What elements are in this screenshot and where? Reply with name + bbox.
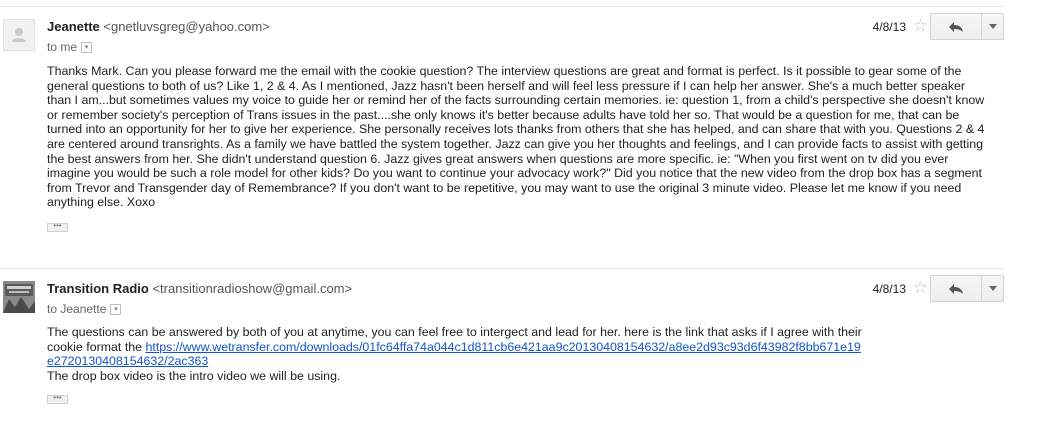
wetransfer-link[interactable]: https://www.wetransfer.com/downloads/01f…	[47, 340, 861, 369]
avatar	[3, 19, 35, 51]
chevron-down-icon	[988, 286, 997, 291]
reply-arrow-icon	[949, 283, 963, 294]
more-actions-button[interactable]	[981, 275, 1004, 302]
show-trimmed-content-button[interactable]: •••	[47, 394, 68, 404]
show-trimmed-content-button[interactable]: •••	[47, 222, 68, 232]
recipient-details-caret-icon[interactable]: ▾	[81, 41, 93, 53]
divider	[0, 268, 1004, 269]
star-icon[interactable]: ☆	[913, 279, 928, 297]
sender-name: Transition Radio	[47, 281, 149, 296]
sender-email: <transitionradioshow@gmail.com>	[152, 281, 353, 296]
more-actions-button[interactable]	[981, 13, 1004, 40]
sender[interactable]: Transition Radio <transitionradioshow@gm…	[47, 281, 352, 297]
avatar	[3, 281, 35, 313]
sender-name: Jeanette	[47, 19, 100, 34]
reply-button-group	[930, 275, 1004, 302]
message-body-text-closing: The drop box video is the intro video we…	[47, 368, 341, 383]
person-icon	[12, 28, 26, 42]
star-icon[interactable]: ☆	[913, 17, 928, 35]
avatar-photo-icon	[3, 281, 35, 313]
reply-arrow-icon	[949, 21, 963, 32]
chevron-down-icon	[988, 24, 997, 29]
message-body: The questions can be answered by both of…	[47, 325, 867, 383]
message-date: 4/8/13	[872, 282, 906, 296]
sender[interactable]: Jeanette <gnetluvsgreg@yahoo.com>	[47, 19, 270, 35]
recipient-label: to Jeanette	[47, 302, 107, 316]
message-body: Thanks Mark. Can you please forward me t…	[47, 64, 985, 210]
message-date: 4/8/13	[872, 20, 906, 34]
divider	[0, 6, 1004, 7]
recipient-details-caret-icon[interactable]: ▾	[110, 303, 122, 315]
reply-button-group	[930, 13, 1004, 40]
recipient-line: to Jeanette ▾	[47, 301, 122, 317]
sender-email: <gnetluvsgreg@yahoo.com>	[103, 19, 270, 34]
recipient-line: to me ▾	[47, 39, 93, 55]
reply-button[interactable]	[930, 275, 981, 302]
reply-button[interactable]	[930, 13, 981, 40]
recipient-label: to me	[47, 40, 78, 54]
